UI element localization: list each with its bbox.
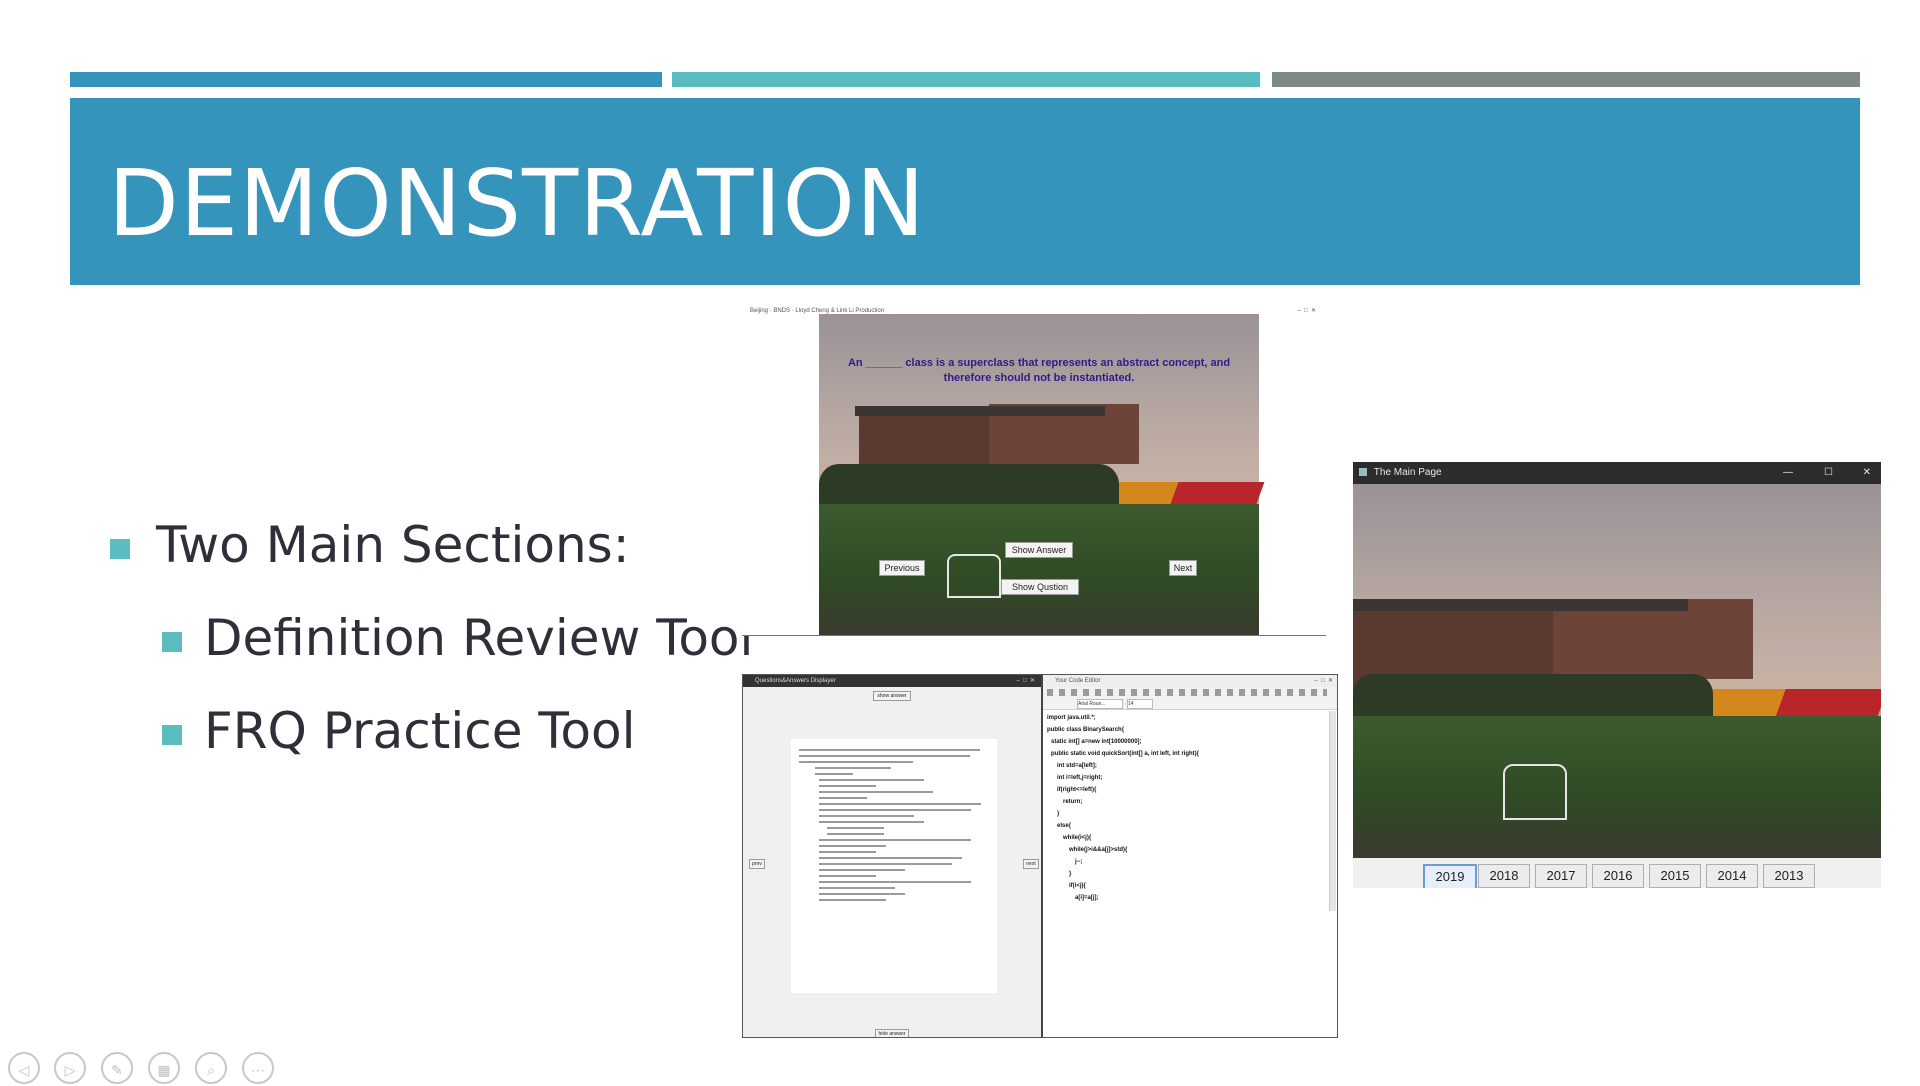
close-icon[interactable]: ✕: [1863, 462, 1871, 484]
next-button[interactable]: Next: [1169, 560, 1197, 576]
hide-answer-button[interactable]: hide answer: [875, 1029, 909, 1037]
toolbar-icons-row[interactable]: [1047, 689, 1327, 696]
campus-photo: An ______ class is a superclass that rep…: [819, 314, 1265, 636]
building: [1553, 599, 1753, 679]
code-line: else{: [1057, 823, 1072, 829]
code-line: return;: [1063, 799, 1083, 805]
code-line: public class BinarySearch{: [1047, 727, 1125, 733]
year-2018-button[interactable]: 2018: [1478, 864, 1530, 888]
year-2015-button[interactable]: 2015: [1649, 864, 1701, 888]
code-line: while(i<j){: [1063, 835, 1092, 841]
previous-slide-icon[interactable]: ◁: [8, 1052, 40, 1084]
minimize-icon[interactable]: —: [1783, 462, 1793, 484]
code-line: while(j>i&&a[j]>std){: [1069, 847, 1128, 853]
code-line: int i=left,j=right;: [1057, 775, 1103, 781]
window-controls-icon[interactable]: – □ ✕: [1314, 675, 1333, 687]
editor-toolbar: Arial Roun... 14: [1043, 687, 1337, 710]
year-2016-button[interactable]: 2016: [1592, 864, 1644, 888]
trees: [1353, 674, 1713, 719]
code-line: public static void quickSort(int[] a, in…: [1051, 751, 1199, 757]
trees: [819, 464, 1119, 504]
java-app-icon: [1359, 468, 1367, 477]
frq-tool-screenshot: Questions&Answers Displayer – □ ✕ show a…: [742, 674, 1338, 1038]
bullet-text: Definition Review Tool: [204, 609, 754, 667]
top-bar-2: [672, 72, 1260, 87]
more-options-icon[interactable]: ⋯: [242, 1052, 274, 1084]
soccer-field: [1353, 716, 1881, 858]
code-line: j--;: [1075, 859, 1083, 865]
bullet-two-main-sections: Two Main Sections:: [110, 520, 630, 570]
next-question-button[interactable]: next: [1023, 859, 1039, 869]
soccer-goal: [1503, 764, 1567, 820]
year-buttons: 2019 2018 2017 2016 2015 2014 2013: [1423, 864, 1843, 888]
next-slide-icon[interactable]: ▷: [54, 1052, 86, 1084]
maximize-icon[interactable]: ☐: [1824, 462, 1833, 484]
soccer-goal: [947, 554, 1001, 598]
code-area[interactable]: import java.util.*; public class BinaryS…: [1043, 711, 1329, 1037]
top-bar-3: [1272, 72, 1860, 87]
code-editor-window: Your Code Editor – □ ✕ Arial Roun... 14 …: [1043, 675, 1337, 1037]
year-2014-button[interactable]: 2014: [1706, 864, 1758, 888]
year-2019-button[interactable]: 2019: [1423, 864, 1477, 888]
window-controls-icon[interactable]: – □ ✕: [1016, 675, 1035, 687]
size-select[interactable]: 14: [1127, 699, 1153, 709]
building-roof: [1353, 599, 1688, 611]
bullet-definition-review-tool: Definition Review Tool: [162, 613, 753, 663]
zoom-icon[interactable]: ⌕: [195, 1052, 227, 1084]
code-line: if(i<j){: [1069, 883, 1086, 889]
year-2017-button[interactable]: 2017: [1535, 864, 1587, 888]
slides-grid-icon[interactable]: ▦: [148, 1052, 180, 1084]
bullet-square-icon: [162, 724, 182, 745]
top-bar-1: [70, 72, 662, 87]
slide-title: DEMONSTRATION: [108, 150, 926, 257]
code-line: a[i]=a[j];: [1075, 895, 1099, 901]
main-window-title: The Main Page: [1373, 467, 1442, 478]
show-answer-button[interactable]: Show Answer: [1005, 542, 1073, 558]
code-line: static int[] a=new int[10000000];: [1051, 739, 1142, 745]
code-line: int std=a[left];: [1057, 763, 1097, 769]
main-window-titlebar: The Main Page — ☐ ✕: [1353, 462, 1881, 484]
qa-window-title: Questions&Answers Displayer: [755, 678, 836, 684]
show-answer-toggle-button[interactable]: show answer: [873, 691, 911, 701]
window-controls-icon[interactable]: – □ ✕: [1297, 304, 1316, 318]
building-roof: [855, 406, 1105, 416]
campus-photo: [1353, 484, 1881, 858]
main-page-window: The Main Page — ☐ ✕ 2019 2018 2017 2016 …: [1353, 462, 1881, 888]
font-select[interactable]: Arial Roun...: [1077, 699, 1123, 709]
bullet-text: Two Main Sections:: [156, 516, 630, 574]
qa-window: Questions&Answers Displayer – □ ✕ show a…: [743, 675, 1043, 1037]
editor-scrollbar[interactable]: [1329, 711, 1336, 911]
editor-titlebar: Your Code Editor – □ ✕: [1043, 675, 1337, 687]
year-2013-button[interactable]: 2013: [1763, 864, 1815, 888]
review-window-screenshot: Beijing · BNDS · Lloyd Cheng & Link Li P…: [742, 304, 1326, 636]
bullet-square-icon: [110, 538, 130, 559]
code-line: if(right<=left){: [1057, 787, 1097, 793]
bullet-text: FRQ Practice Tool: [204, 702, 636, 760]
code-line: import java.util.*;: [1047, 715, 1096, 721]
bullet-frq-practice-tool: FRQ Practice Tool: [162, 706, 635, 756]
pen-icon[interactable]: ✎: [101, 1052, 133, 1084]
editor-title: Your Code Editor: [1055, 678, 1101, 684]
previous-button[interactable]: Previous: [879, 560, 925, 576]
title-band: DEMONSTRATION: [70, 98, 1860, 285]
qa-window-titlebar: Questions&Answers Displayer – □ ✕: [743, 675, 1041, 687]
window-bottom-border: [742, 635, 1326, 636]
code-line: }: [1057, 811, 1060, 817]
question-text: An ______ class is a superclass that rep…: [847, 357, 1231, 384]
frq-question-document: [791, 739, 997, 993]
show-question-button[interactable]: Show Qustion: [1001, 579, 1079, 595]
bullet-square-icon: [162, 631, 182, 652]
prev-question-button[interactable]: prev: [749, 859, 765, 869]
code-line: }: [1069, 871, 1072, 877]
